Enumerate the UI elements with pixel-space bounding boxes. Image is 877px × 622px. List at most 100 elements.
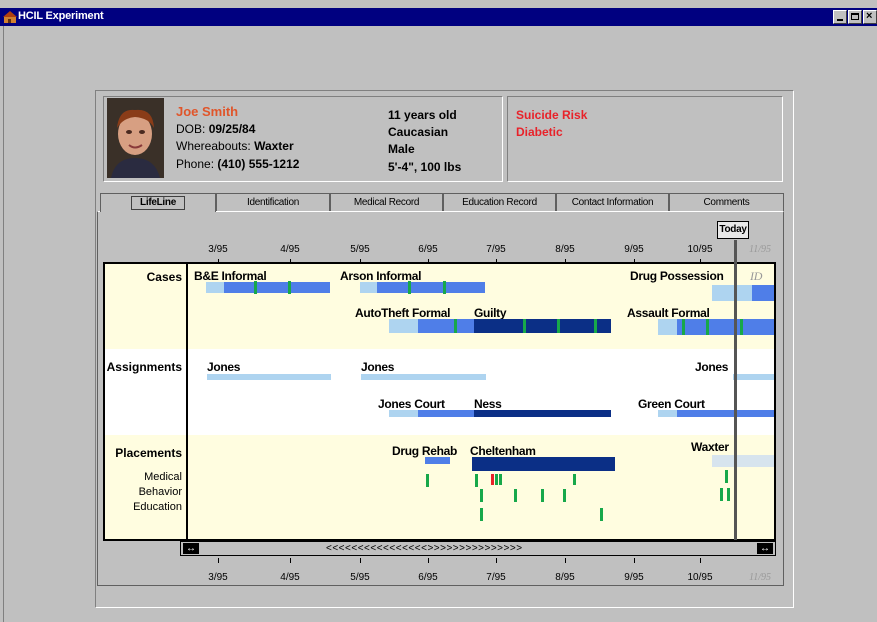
top-axis-tick: [218, 259, 219, 264]
medical-marker: [491, 474, 494, 485]
assignment-green-court-label: Green Court: [638, 397, 705, 411]
lifeline-chart: B&E Informal Arson Informal Drug Possessio…: [103, 262, 776, 541]
top-axis-tick: [290, 259, 291, 264]
event-autotheft-formal-bar: [389, 319, 418, 333]
placement-cheltenham-bar: [472, 457, 615, 471]
event-be-informal-bar: [206, 282, 224, 293]
dob-value: 09/25/84: [208, 122, 256, 136]
top-axis-label: 4/95: [280, 244, 300, 255]
sex-value: Male: [388, 142, 415, 156]
row-label-education: Education: [133, 501, 182, 513]
event-arson-informal-bar: [377, 282, 485, 293]
medical-marker: [475, 474, 478, 487]
assignment-green-court-bar: [658, 410, 677, 417]
phone-label: Phone:: [176, 157, 215, 171]
bottom-axis-tick: [700, 558, 701, 563]
maximize-button[interactable]: [848, 10, 862, 24]
event-marker: [408, 281, 411, 294]
behavior-marker: [514, 489, 517, 502]
phone-row: Phone: (410) 555-1212: [176, 157, 299, 171]
event-marker: [594, 319, 597, 333]
alert-diabetic: Diabetic: [516, 125, 563, 139]
patient-name: Joe Smith: [176, 104, 239, 119]
bottom-axis-tick: [218, 558, 219, 563]
row-label-placements: Placements: [115, 446, 182, 460]
bottom-axis-label: 5/95: [350, 572, 370, 583]
bottom-axis-tick: [496, 558, 497, 563]
event-guilty-bar: [474, 319, 611, 333]
today-button[interactable]: Today: [717, 221, 749, 239]
patient-photo: [107, 98, 164, 178]
behavior-marker: [563, 489, 566, 502]
assignments-band: [105, 349, 774, 435]
top-axis-label: 10/95: [687, 244, 713, 255]
assignment-ness-bar: [474, 410, 611, 417]
top-axis-label: 3/95: [208, 244, 228, 255]
event-assault-formal-label: Assault Formal: [627, 306, 710, 320]
event-guilty-label: Guilty: [474, 306, 507, 320]
row-labels: Cases Assignments Placements Medical Beh…: [103, 262, 188, 541]
close-button[interactable]: ×: [863, 10, 877, 24]
medical-marker: [495, 474, 498, 485]
bottom-axis-tick: [360, 558, 361, 563]
event-marker: [254, 281, 257, 294]
event-drug-possession-ghost: ID: [750, 269, 763, 283]
timeline-scrollbar[interactable]: ↔ <<<<<<<<<<<<<<<<>>>>>>>>>>>>>>> ↔: [180, 541, 776, 556]
bottom-axis-tick: [565, 558, 566, 563]
event-marker: [454, 319, 457, 333]
behavior-marker: [480, 489, 483, 502]
top-axis-tick: [565, 259, 566, 264]
event-marker: [557, 319, 560, 333]
event-marker: [443, 281, 446, 294]
age-value: 11 years old: [388, 108, 457, 122]
tab-lifeline[interactable]: LifeLine: [100, 193, 216, 212]
bottom-axis-label: 6/95: [418, 572, 438, 583]
window-title: HCIL Experiment: [18, 10, 104, 22]
assignment-jones-court-bar: [418, 410, 474, 417]
tab-education-record[interactable]: Education Record: [443, 193, 556, 212]
tab-medical-record[interactable]: Medical Record: [330, 193, 443, 212]
assignment-jones-label: Jones: [207, 360, 241, 374]
assignment-ness-label: Ness: [474, 397, 502, 411]
race-value: Caucasian: [388, 125, 449, 139]
behavior-marker: [727, 488, 730, 501]
tab-identification[interactable]: Identification: [216, 193, 330, 212]
top-axis-label: 7/95: [486, 244, 506, 255]
tab-contact-information[interactable]: Contact Information: [556, 193, 669, 212]
top-axis-label: 6/95: [418, 244, 438, 255]
bottom-axis-label: 3/95: [208, 572, 228, 583]
placement-drug-rehab-bar: [425, 457, 450, 464]
scroll-right-icon[interactable]: ↔: [757, 543, 773, 554]
dob-label: DOB:: [176, 122, 206, 136]
event-be-informal-bar: [224, 282, 330, 293]
assignment-green-court-bar: [677, 410, 774, 417]
title-bar: HCIL Experiment ×: [0, 8, 877, 26]
top-axis-label-faded: 11/95: [748, 244, 772, 255]
event-marker: [682, 319, 685, 335]
scroll-track[interactable]: <<<<<<<<<<<<<<<<>>>>>>>>>>>>>>>: [326, 543, 523, 554]
bottom-axis-tick: [428, 558, 429, 563]
event-drug-possession-label: Drug Possession: [630, 269, 724, 283]
alert-suicide-risk: Suicide Risk: [516, 108, 588, 122]
event-marker: [288, 281, 291, 294]
event-marker: [706, 319, 709, 335]
top-axis-label: 9/95: [624, 244, 644, 255]
assignment-jones-bar: [361, 374, 486, 380]
assignment-jones-court-label: Jones Court: [378, 397, 445, 411]
scroll-left-icon[interactable]: ↔: [183, 543, 199, 554]
event-drug-possession-bar: [712, 285, 752, 301]
bottom-axis-label: 7/95: [486, 572, 506, 583]
bottom-axis-tick: [634, 558, 635, 563]
event-autotheft-formal-bar: [418, 319, 474, 333]
top-axis-label: 8/95: [555, 244, 575, 255]
bottom-axis-label: 4/95: [280, 572, 300, 583]
minimize-button[interactable]: [833, 10, 847, 24]
event-autotheft-formal-label: AutoTheft Formal: [355, 306, 451, 320]
tab-comments[interactable]: Comments: [669, 193, 784, 212]
row-label-behavior: Behavior: [138, 486, 182, 498]
medical-marker: [573, 474, 576, 485]
placement-waxter-bar: [712, 455, 774, 467]
whereabouts-value: Waxter: [254, 139, 294, 153]
top-axis-tick: [634, 259, 635, 264]
placement-drug-rehab-label: Drug Rehab: [392, 444, 458, 458]
